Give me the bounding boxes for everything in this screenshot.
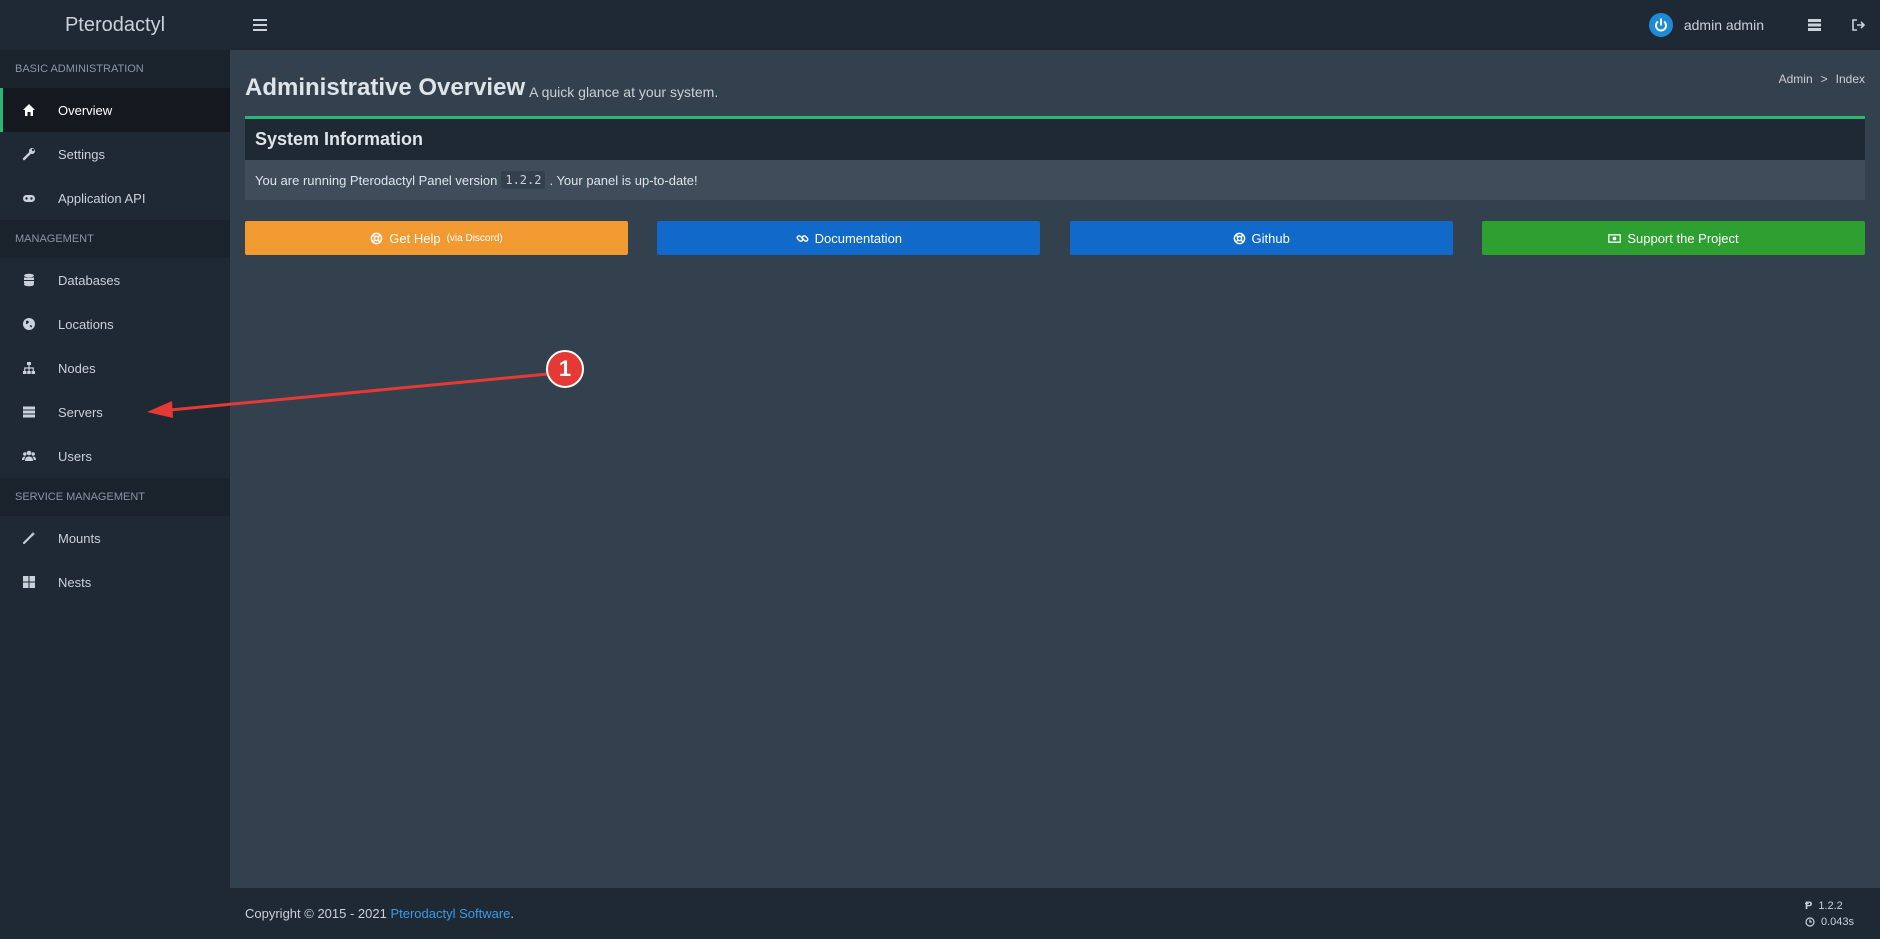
github-button[interactable]: Github: [1069, 221, 1453, 255]
page-title: Administrative Overview: [245, 74, 526, 101]
footer: Copyright © 2015 - 2021 Pterodactyl Soft…: [230, 888, 1880, 939]
breadcrumb-current: Index: [1835, 72, 1865, 86]
sidebar-section-management: MANAGEMENT: [0, 220, 230, 258]
main-content: Administrative Overview A quick glance a…: [230, 50, 1880, 888]
sidebar-item-label: Nests: [58, 574, 92, 590]
button-row: Get Help (via Discord) Documentation Git…: [245, 221, 1865, 255]
box-title: System Information: [255, 129, 424, 149]
content-header: Administrative Overview A quick glance a…: [245, 50, 1865, 108]
user-name[interactable]: admin admin: [1684, 17, 1764, 33]
brand-name: Pterodactyl: [64, 13, 166, 36]
sidebar-item-mounts[interactable]: Mounts: [0, 516, 230, 560]
sidebar-item-label: Servers: [58, 404, 103, 420]
breadcrumb-separator: >: [1820, 72, 1828, 86]
sidebar-item-databases[interactable]: Databases: [0, 258, 230, 302]
pterodactyl-logo-icon: Ᵽ: [1804, 899, 1813, 912]
sidebar-item-application-api[interactable]: Application API: [0, 176, 230, 220]
gamepad-icon: [21, 190, 37, 206]
sidebar-item-label: Overview: [58, 102, 113, 118]
sidebar-item-overview[interactable]: Overview: [0, 88, 230, 132]
sidebar-item-label: Application API: [58, 190, 146, 206]
footer-version-row: Ᵽ 1.2.2: [1805, 898, 1854, 914]
breadcrumb-admin-link[interactable]: Admin: [1779, 72, 1813, 86]
box-header: System Information: [245, 119, 1865, 160]
sidebar-item-locations[interactable]: Locations: [0, 302, 230, 346]
logout-button[interactable]: [1836, 0, 1880, 50]
sidebar: BASIC ADMINISTRATION Overview Settings A…: [0, 50, 230, 939]
box-body: You are running Pterodactyl Panel versio…: [245, 160, 1865, 200]
sidebar-item-label: Settings: [58, 146, 105, 162]
server-icon: [21, 404, 37, 420]
footer-meta: Ᵽ 1.2.2 0.043s: [1805, 898, 1865, 930]
footer-link[interactable]: Pterodactyl Software: [390, 906, 510, 921]
money-icon: [1608, 233, 1622, 243]
user-avatar[interactable]: [1648, 13, 1673, 37]
globe-icon: [21, 316, 37, 332]
sidebar-item-label: Databases: [58, 272, 121, 288]
footer-time-row: 0.043s: [1805, 914, 1854, 930]
sidebar-item-nests[interactable]: Nests: [0, 560, 230, 604]
life-ring-icon: [370, 232, 383, 244]
home-icon: [21, 102, 37, 118]
wrench-icon: [21, 146, 37, 162]
sidebar-item-users[interactable]: Users: [0, 434, 230, 478]
get-help-label: Get Help: [389, 230, 441, 246]
version-text-after: . Your panel is up-to-date!: [549, 172, 698, 188]
sidebar-toggle-button[interactable]: [240, 0, 280, 50]
documentation-button[interactable]: Documentation: [657, 221, 1041, 255]
hamburger-icon: [253, 19, 267, 31]
documentation-label: Documentation: [814, 230, 903, 246]
sidebar-item-label: Users: [58, 448, 92, 464]
sidebar-item-settings[interactable]: Settings: [0, 132, 230, 176]
page-subtitle: A quick glance at your system.: [529, 84, 719, 100]
version-code: 1.2.2: [501, 171, 546, 189]
sidebar-item-label: Locations: [58, 316, 114, 332]
footer-period: .: [510, 906, 515, 921]
server-icon: [1807, 19, 1821, 31]
sidebar-item-nodes[interactable]: Nodes: [0, 346, 230, 390]
sign-out-icon: [1851, 19, 1865, 31]
breadcrumb: Admin > Index: [1779, 72, 1865, 86]
server-list-button[interactable]: [1792, 0, 1836, 50]
system-information-box: System Information You are running Ptero…: [245, 116, 1865, 200]
sidebar-section-service-management: SERVICE MANAGEMENT: [0, 478, 230, 516]
get-help-suffix: (via Discord): [446, 232, 503, 244]
users-icon: [21, 448, 37, 464]
sitemap-icon: [21, 360, 37, 376]
user-area: admin admin: [1648, 0, 1880, 50]
sidebar-item-servers[interactable]: Servers: [0, 390, 230, 434]
sidebar-item-label: Nodes: [58, 360, 96, 376]
database-icon: [21, 272, 37, 288]
annotation-badge: 1: [546, 350, 584, 388]
footer-copyright: Copyright © 2015 - 2021: [245, 906, 387, 921]
get-help-button[interactable]: Get Help (via Discord): [245, 221, 628, 255]
brand-logo[interactable]: Pterodactyl: [0, 0, 230, 50]
clock-icon: [1805, 916, 1815, 927]
top-navbar: admin admin: [230, 0, 1880, 50]
sidebar-section-basic-administration: BASIC ADMINISTRATION: [0, 50, 230, 88]
life-ring-icon: [1233, 232, 1245, 244]
link-icon: [796, 234, 809, 242]
power-icon: [1654, 18, 1667, 32]
magic-wand-icon: [21, 530, 37, 546]
sidebar-item-label: Mounts: [58, 530, 101, 546]
support-project-label: Support the Project: [1627, 230, 1739, 246]
version-text-before: You are running Pterodactyl Panel versio…: [255, 172, 498, 188]
th-large-icon: [21, 574, 37, 590]
footer-time: 0.043s: [1820, 915, 1854, 928]
footer-version: 1.2.2: [1818, 899, 1843, 912]
github-label: Github: [1251, 230, 1290, 246]
support-project-button[interactable]: Support the Project: [1481, 221, 1865, 255]
